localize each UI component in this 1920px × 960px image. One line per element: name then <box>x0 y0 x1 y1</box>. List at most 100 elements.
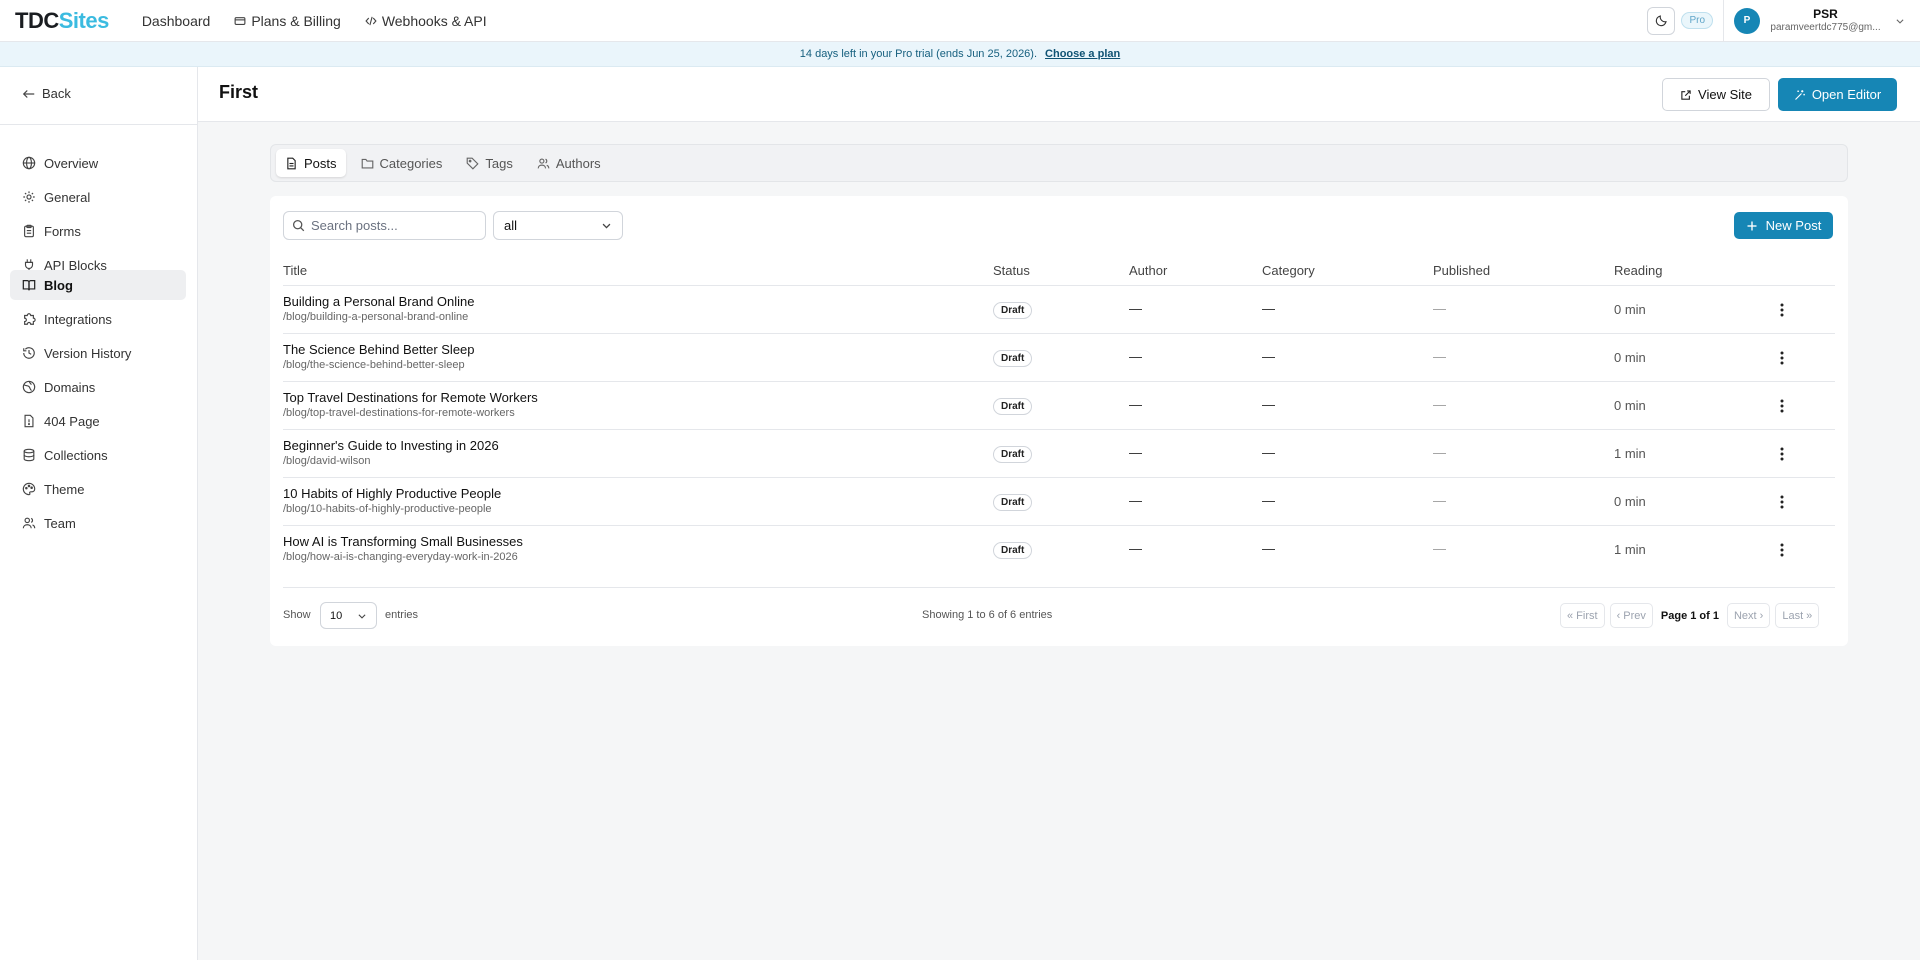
sidebar-item-forms[interactable]: Forms <box>10 216 186 246</box>
entries-label: entries <box>385 609 419 621</box>
tab-posts[interactable]: Posts <box>276 149 346 177</box>
post-title[interactable]: Building a Personal Brand Online <box>283 294 475 310</box>
back-button[interactable]: Back <box>22 86 71 101</box>
view-site-button[interactable]: View Site <box>1662 78 1770 111</box>
folder-icon <box>361 158 373 169</box>
user-name: PSR <box>1813 7 1838 21</box>
search-icon <box>292 219 305 232</box>
author-value: — <box>1129 445 1142 460</box>
globe-off-icon <box>22 380 36 394</box>
sidebar-item-label: 404 Page <box>44 413 100 429</box>
sidebar: Back Overview General Forms API Blocks B… <box>0 67 198 960</box>
nav-webhooks-api[interactable]: Webhooks & API <box>365 13 487 29</box>
page-title: First <box>219 82 259 102</box>
sidebar-divider <box>0 124 198 125</box>
last-page-button[interactable]: Last » <box>1775 603 1820 628</box>
sidebar-item-404-page[interactable]: 404 Page <box>10 406 186 436</box>
current-page-indicator: Page 1 of 1 <box>1660 609 1719 622</box>
user-menu[interactable]: P PSR paramveertdc775@gm... <box>1723 0 1920 41</box>
users-icon <box>22 517 36 529</box>
sidebar-item-overview[interactable]: Overview <box>10 148 186 178</box>
sidebar-item-collections[interactable]: Collections <box>10 440 186 470</box>
top-nav: Dashboard Plans & Billing Webhooks & API <box>142 13 511 29</box>
author-value: — <box>1129 493 1142 508</box>
category-value: — <box>1262 445 1275 460</box>
blog-tabs: Posts Categories Tags Authors <box>270 144 1848 182</box>
column-header-category[interactable]: Category <box>1262 263 1315 278</box>
sidebar-item-domains[interactable]: Domains <box>10 372 186 402</box>
user-email: paramveertdc775@gm... <box>1770 22 1881 33</box>
sidebar-item-team[interactable]: Team <box>10 508 186 538</box>
sidebar-item-general[interactable]: General <box>10 182 186 212</box>
post-title-cell: Top Travel Destinations for Remote Worke… <box>283 390 538 420</box>
database-icon <box>23 448 35 462</box>
row-actions-button[interactable] <box>1775 542 1789 558</box>
post-title[interactable]: Top Travel Destinations for Remote Worke… <box>283 390 538 406</box>
search-input[interactable] <box>311 218 471 233</box>
new-post-button[interactable]: New Post <box>1734 212 1833 239</box>
column-header-published[interactable]: Published <box>1433 263 1490 278</box>
table-row[interactable]: 10 Habits of Highly Productive People /b… <box>283 478 1835 526</box>
table-header: Title Status Author Category Published R… <box>283 254 1835 286</box>
category-value: — <box>1262 349 1275 364</box>
nav-plans-billing[interactable]: Plans & Billing <box>234 13 341 29</box>
row-actions-button[interactable] <box>1775 494 1789 510</box>
sidebar-item-blog[interactable]: Blog <box>10 270 186 300</box>
column-header-reading[interactable]: Reading <box>1614 263 1662 278</box>
top-navbar: TDCSites Dashboard Plans & Billing Webho… <box>0 0 1920 42</box>
tab-tags[interactable]: Tags <box>457 149 521 177</box>
row-actions-button[interactable] <box>1775 302 1789 318</box>
card-icon <box>234 16 246 25</box>
column-header-author[interactable]: Author <box>1129 263 1167 278</box>
puzzle-icon <box>24 313 36 325</box>
table-row[interactable]: Building a Personal Brand Online /blog/b… <box>283 286 1835 334</box>
sidebar-item-version-history[interactable]: Version History <box>10 338 186 368</box>
column-header-status[interactable]: Status <box>993 263 1030 278</box>
wand-icon <box>1794 89 1805 100</box>
first-page-button[interactable]: « First <box>1560 603 1605 628</box>
more-vertical-icon <box>1780 495 1784 509</box>
tab-categories-label: Categories <box>379 155 443 171</box>
published-value: — <box>1433 445 1446 460</box>
table-row[interactable]: Beginner's Guide to Investing in 2026 /b… <box>283 430 1835 478</box>
sidebar-item-integrations[interactable]: Integrations <box>10 304 186 334</box>
posts-card: all New Post Title Status Author Categor… <box>270 196 1848 646</box>
back-label: Back <box>42 86 71 101</box>
row-actions-button[interactable] <box>1775 446 1789 462</box>
post-title[interactable]: How AI is Transforming Small Businesses <box>283 534 523 550</box>
status-badge: Draft <box>993 542 1033 559</box>
chevron-down-icon <box>1896 18 1904 24</box>
sidebar-item-theme[interactable]: Theme <box>10 474 186 504</box>
status-filter-select[interactable]: all <box>493 211 623 240</box>
chevron-down-icon <box>602 223 611 229</box>
theme-toggle-button[interactable] <box>1647 6 1676 35</box>
reading-time: 0 min <box>1614 302 1646 317</box>
row-actions-button[interactable] <box>1775 398 1789 414</box>
tab-authors[interactable]: Authors <box>528 149 610 177</box>
more-vertical-icon <box>1780 399 1784 413</box>
prev-page-button[interactable]: ‹ Prev <box>1609 603 1653 628</box>
column-header-title[interactable]: Title <box>283 263 307 278</box>
tab-categories[interactable]: Categories <box>352 149 452 177</box>
next-page-button[interactable]: Next › <box>1726 603 1771 628</box>
nav-dashboard[interactable]: Dashboard <box>142 13 211 29</box>
sidebar-item-label: Version History <box>44 345 132 361</box>
post-title[interactable]: The Science Behind Better Sleep <box>283 342 475 358</box>
row-actions-button[interactable] <box>1775 350 1789 366</box>
page-size-select[interactable]: 10 <box>320 602 377 629</box>
table-row[interactable]: The Science Behind Better Sleep /blog/th… <box>283 334 1835 382</box>
post-title-cell: Building a Personal Brand Online /blog/b… <box>283 294 475 324</box>
post-title[interactable]: 10 Habits of Highly Productive People <box>283 486 501 502</box>
choose-plan-link[interactable]: Choose a plan <box>1045 48 1120 60</box>
sidebar-item-label: Forms <box>44 223 81 239</box>
sidebar-item-label: Integrations <box>44 311 112 327</box>
table-row[interactable]: Top Travel Destinations for Remote Worke… <box>283 382 1835 430</box>
post-slug: /blog/10-habits-of-highly-productive-peo… <box>283 503 492 515</box>
nav-dashboard-label: Dashboard <box>141 12 211 29</box>
table-row[interactable]: How AI is Transforming Small Businesses … <box>283 526 1835 574</box>
post-title[interactable]: Beginner's Guide to Investing in 2026 <box>283 438 499 454</box>
published-value: — <box>1433 493 1446 508</box>
app-logo[interactable]: TDCSites <box>15 8 109 34</box>
open-editor-button[interactable]: Open Editor <box>1778 78 1897 111</box>
tab-posts-label: Posts <box>304 155 337 171</box>
